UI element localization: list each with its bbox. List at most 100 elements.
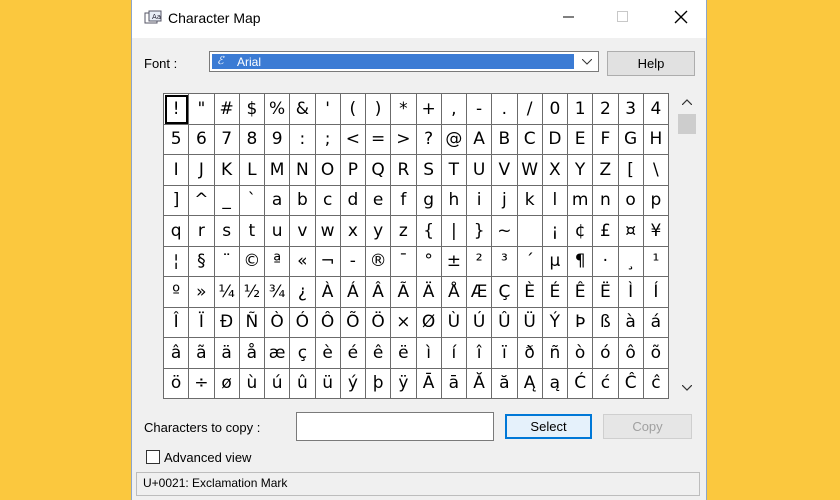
char-cell[interactable]: Õ [340,307,366,338]
char-cell[interactable]: ÿ [391,368,417,399]
char-cell[interactable]: ú [265,368,291,399]
close-button[interactable] [658,0,704,38]
char-cell[interactable]: % [265,94,291,125]
char-cell[interactable]: b [290,185,316,216]
advanced-view-checkbox[interactable] [146,450,160,464]
char-cell[interactable]: ÷ [189,368,215,399]
char-cell[interactable]: ¬ [315,246,341,277]
char-cell[interactable]: E [568,124,594,155]
char-cell[interactable]: i [467,185,493,216]
char-cell[interactable]: Ö [366,307,392,338]
char-cell[interactable]: = [366,124,392,155]
char-cell[interactable]: 0 [542,94,568,125]
char-cell[interactable]: ć [593,368,619,399]
char-cell[interactable]: r [189,216,215,247]
char-cell[interactable]: ! [164,94,190,125]
char-cell[interactable]: ( [340,94,366,125]
char-cell[interactable]: ~ [492,216,518,247]
char-cell[interactable]: c [315,185,341,216]
char-cell[interactable]: ê [366,338,392,369]
char-cell[interactable]: l [542,185,568,216]
advanced-view-label[interactable]: Advanced view [164,450,251,465]
char-cell[interactable]: Î [164,307,190,338]
char-cell[interactable]: § [189,246,215,277]
char-cell[interactable]: Ø [416,307,442,338]
char-cell[interactable]: s [214,216,240,247]
char-cell[interactable]: x [340,216,366,247]
char-cell[interactable]: V [492,155,518,186]
char-cell[interactable]: ç [290,338,316,369]
char-cell[interactable]: ü [315,368,341,399]
char-cell[interactable]: # [214,94,240,125]
char-cell[interactable]: | [441,216,467,247]
char-cell[interactable]: h [441,185,467,216]
char-cell[interactable]: Ê [568,277,594,308]
char-cell[interactable]: æ [265,338,291,369]
char-cell[interactable]: p [643,185,669,216]
char-cell[interactable]: Â [366,277,392,308]
char-cell[interactable]: J [189,155,215,186]
char-cell[interactable]: ` [239,185,265,216]
char-cell[interactable]: . [492,94,518,125]
char-cell[interactable]: ¯ [391,246,417,277]
char-cell[interactable]: Ó [290,307,316,338]
char-cell[interactable]: K [214,155,240,186]
char-cell[interactable]: Ĉ [618,368,644,399]
char-cell[interactable]: ä [214,338,240,369]
char-cell[interactable]: 1 [568,94,594,125]
char-cell[interactable]: a [265,185,291,216]
char-cell[interactable]: Ô [315,307,341,338]
char-cell[interactable]: ½ [239,277,265,308]
char-cell[interactable]: n [593,185,619,216]
select-button[interactable]: Select [505,414,592,439]
char-cell[interactable]: ß [593,307,619,338]
char-cell[interactable]: R [391,155,417,186]
char-cell[interactable]: M [265,155,291,186]
char-cell[interactable]: $ [239,94,265,125]
char-cell[interactable]: Z [593,155,619,186]
char-cell[interactable]: 4 [643,94,669,125]
char-cell[interactable]: ® [366,246,392,277]
char-cell[interactable]: ± [441,246,467,277]
font-dropdown[interactable]: ℰ Arial [209,51,599,72]
char-cell[interactable]: y [366,216,392,247]
char-cell[interactable]: ă [492,368,518,399]
char-cell[interactable]: f [391,185,417,216]
char-cell[interactable]: * [391,94,417,125]
char-cell[interactable]: { [416,216,442,247]
char-cell[interactable]: ò [568,338,594,369]
char-cell[interactable]: - [467,94,493,125]
character-grid[interactable]: ! " # $% & '() * +, -./0 1 2 3 4 5 6 7 8 9:; < = >? @ A B C D E F G H… [163,93,669,399]
char-cell[interactable]: á [643,307,669,338]
char-cell[interactable]: F [593,124,619,155]
char-cell[interactable]: £ [593,216,619,247]
char-cell[interactable]: " [189,94,215,125]
char-cell[interactable]: ą [542,368,568,399]
char-cell[interactable]: ā [441,368,467,399]
char-cell[interactable]: X [542,155,568,186]
char-cell[interactable]: t [239,216,265,247]
char-cell[interactable]: z [391,216,417,247]
char-cell[interactable]: ¹ [643,246,669,277]
char-cell[interactable]: B [492,124,518,155]
char-cell[interactable]: Í [643,277,669,308]
char-cell[interactable]: Ï [189,307,215,338]
scroll-up-icon[interactable] [675,93,699,110]
char-cell[interactable]: + [416,94,442,125]
char-cell[interactable]: ¼ [214,277,240,308]
char-cell[interactable]: Å [441,277,467,308]
char-cell[interactable]: / [517,94,543,125]
char-cell[interactable]: Ć [568,368,594,399]
char-cell[interactable]: È [517,277,543,308]
char-cell[interactable]: q [164,216,190,247]
char-cell[interactable]: à [618,307,644,338]
help-button[interactable]: Help [607,51,695,76]
char-cell[interactable]: É [542,277,568,308]
scroll-down-icon[interactable] [675,379,699,396]
char-cell[interactable]: Y [568,155,594,186]
vertical-scrollbar[interactable] [675,93,699,396]
char-cell[interactable]: ó [593,338,619,369]
char-cell[interactable]: Ð [214,307,240,338]
char-cell[interactable]: & [290,94,316,125]
char-cell[interactable]: g [416,185,442,216]
